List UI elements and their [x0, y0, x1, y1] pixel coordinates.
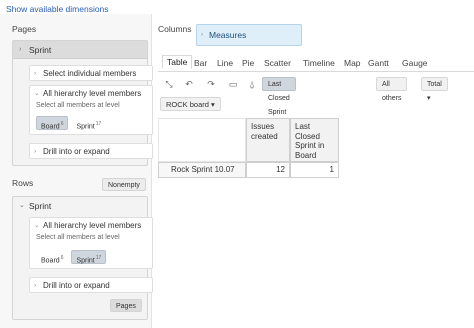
all-others-button[interactable]: All others	[376, 77, 408, 102]
level-chip-sprint[interactable]: Sprint17	[71, 250, 107, 264]
select-all-hint: Select all members at level	[36, 234, 120, 241]
tab-gantt[interactable]: Gantt	[368, 58, 389, 68]
chevron-down-icon: ⌄	[34, 90, 40, 97]
drill-label: Drill into or expand	[43, 147, 110, 156]
rows-all-hierarchy[interactable]: ⌄ All hierarchy level members Select all …	[29, 217, 153, 269]
col-header-issues-created[interactable]: Issues created	[246, 118, 290, 162]
nonempty-button[interactable]: Nonempty	[102, 178, 146, 191]
tab-table[interactable]: Table	[162, 55, 193, 69]
chevron-right-icon: ›	[34, 70, 37, 77]
all-hierarchy-label: All hierarchy level members	[43, 89, 142, 98]
tab-map[interactable]: Map	[344, 58, 361, 68]
tab-pie[interactable]: Pie	[242, 58, 254, 68]
comment-icon[interactable]: ▭	[224, 77, 242, 91]
view-tabs: Table Bar Line Pie Scatter Timeline Map …	[158, 55, 474, 72]
row-header[interactable]: Rock Sprint 10.07	[158, 162, 246, 178]
cell-issues-created: 12	[246, 162, 290, 178]
select-all-hint: Select all members at level	[36, 102, 120, 109]
alert-icon[interactable]: ⍙	[243, 77, 261, 91]
pages-drill[interactable]: › Drill into or expand	[29, 143, 153, 159]
tab-scatter[interactable]: Scatter	[264, 58, 291, 68]
rows-sprint-label: Sprint	[29, 201, 52, 211]
measures-dimension[interactable]: › Measures	[196, 24, 302, 46]
pages-all-hierarchy[interactable]: ⌄ All hierarchy level members Select all …	[29, 85, 153, 135]
tab-timeline[interactable]: Timeline	[303, 58, 335, 68]
chevron-right-icon: ›	[34, 148, 37, 155]
redo-icon[interactable]: ↷	[202, 77, 220, 91]
pages-title: Pages	[12, 24, 37, 34]
chevron-right-icon: ›	[34, 282, 37, 289]
page-filter-dropdown[interactable]: ROCK board ▾	[160, 97, 221, 111]
pages-button[interactable]: Pages	[110, 299, 142, 312]
select-individual-label: Select individual members	[43, 69, 137, 78]
measures-label: Measures	[209, 30, 247, 40]
tab-gauge[interactable]: Gauge	[402, 58, 428, 68]
rows-drill[interactable]: › Drill into or expand	[29, 277, 153, 293]
rows-sprint-dimension: ⌄ Sprint ⌄ All hierarchy level members Se…	[12, 196, 153, 320]
columns-title: Columns	[158, 24, 192, 34]
show-dimensions-link[interactable]: Show available dimensions	[6, 4, 109, 14]
undo-icon[interactable]: ↶	[180, 77, 198, 91]
pages-sprint-dimension: › Sprint › Select individual members ⌄ All…	[12, 40, 153, 166]
all-hierarchy-label: All hierarchy level members	[43, 221, 142, 230]
total-dropdown[interactable]: Total ▾	[421, 77, 448, 102]
pages-select-individual[interactable]: › Select individual members	[29, 65, 153, 81]
chevron-right-icon: ›	[19, 46, 22, 53]
cell-last-closed-sprint: 1	[290, 162, 339, 178]
filter-chip[interactable]: Last Closed Sprint in Board > 0	[262, 77, 296, 158]
chevron-down-icon: ⌄	[19, 202, 25, 209]
dimensions-panel: Pages › Sprint › Select individual member…	[0, 14, 153, 328]
level-chip-board[interactable]: Board6	[36, 116, 69, 130]
drill-label: Drill into or expand	[43, 281, 110, 290]
level-chip-sprint[interactable]: Sprint17	[71, 116, 107, 130]
expand-icon[interactable]: ⤡	[160, 77, 178, 91]
rows-sprint-header[interactable]: ⌄ Sprint	[13, 197, 147, 215]
pages-sprint-label: Sprint	[29, 45, 52, 55]
level-chip-board[interactable]: Board6	[36, 250, 69, 264]
table-corner	[158, 118, 246, 162]
tab-bar[interactable]: Bar	[194, 58, 207, 68]
col-header-last-closed-sprint[interactable]: Last Closed Sprint in Board	[290, 118, 339, 162]
rows-title: Rows	[12, 178, 34, 188]
tab-line[interactable]: Line	[217, 58, 233, 68]
chevron-right-icon: ›	[201, 31, 204, 38]
chevron-down-icon: ⌄	[34, 222, 40, 229]
pages-sprint-header[interactable]: › Sprint	[13, 41, 147, 59]
